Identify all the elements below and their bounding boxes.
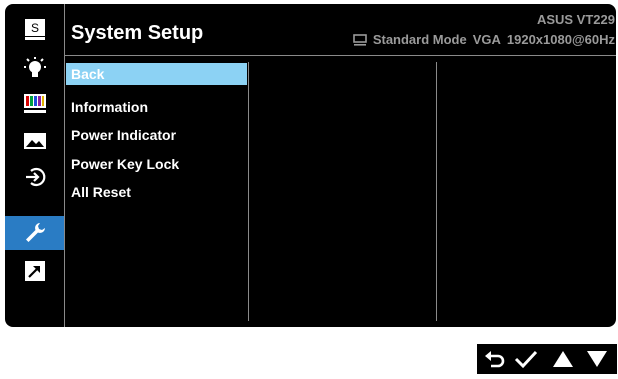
menu-item-information[interactable]: Information xyxy=(66,96,247,118)
column-divider-2 xyxy=(436,62,437,321)
sidebar-item-system-setup[interactable] xyxy=(5,216,64,250)
color-bars-icon xyxy=(23,94,46,113)
input-source: VGA xyxy=(472,32,501,47)
page-title: System Setup xyxy=(71,22,204,44)
column-divider-1 xyxy=(248,62,249,321)
up-triangle-icon[interactable] xyxy=(551,348,575,370)
control-bar xyxy=(477,344,617,374)
sidebar-item-splendid[interactable]: S xyxy=(5,12,64,46)
sidebar-item-input[interactable] xyxy=(5,160,64,194)
menu-item-all-reset[interactable]: All Reset xyxy=(66,181,247,203)
header-divider xyxy=(64,55,616,56)
model-name: ASUS VT229 xyxy=(536,12,615,27)
splendid-icon: S xyxy=(24,19,45,40)
wrench-icon xyxy=(25,223,45,242)
back-arrow-icon[interactable] xyxy=(483,348,507,370)
shortcut-arrow-icon xyxy=(24,261,45,281)
checkmark-icon[interactable] xyxy=(513,348,539,370)
image-landscape-icon xyxy=(23,133,46,149)
sidebar-item-brightness[interactable] xyxy=(5,52,64,86)
sidebar-divider xyxy=(64,4,65,327)
resolution: 1920x1080@60Hz xyxy=(506,32,615,47)
input-select-icon xyxy=(25,167,45,187)
menu-item-power-key-lock[interactable]: Power Key Lock xyxy=(66,153,247,175)
sidebar-item-shortcut[interactable] xyxy=(5,254,64,288)
sidebar: S xyxy=(5,4,64,327)
display-mode: Standard Mode xyxy=(372,32,467,47)
splendid-icon-letter: S xyxy=(30,21,38,35)
sidebar-item-image[interactable] xyxy=(5,124,64,158)
status-line: Standard Mode VGA 1920x1080@60Hz xyxy=(353,32,615,47)
brightness-bulb-icon xyxy=(23,57,46,77)
sidebar-item-color[interactable] xyxy=(5,86,64,120)
down-triangle-icon[interactable] xyxy=(585,348,609,370)
osd-panel: S System Setup ASUS VT229 Standard Mode … xyxy=(5,4,616,327)
menu-item-power-indicator[interactable]: Power Indicator xyxy=(66,124,247,146)
monitor-icon xyxy=(353,33,367,46)
menu-item-back[interactable]: Back xyxy=(66,63,247,85)
